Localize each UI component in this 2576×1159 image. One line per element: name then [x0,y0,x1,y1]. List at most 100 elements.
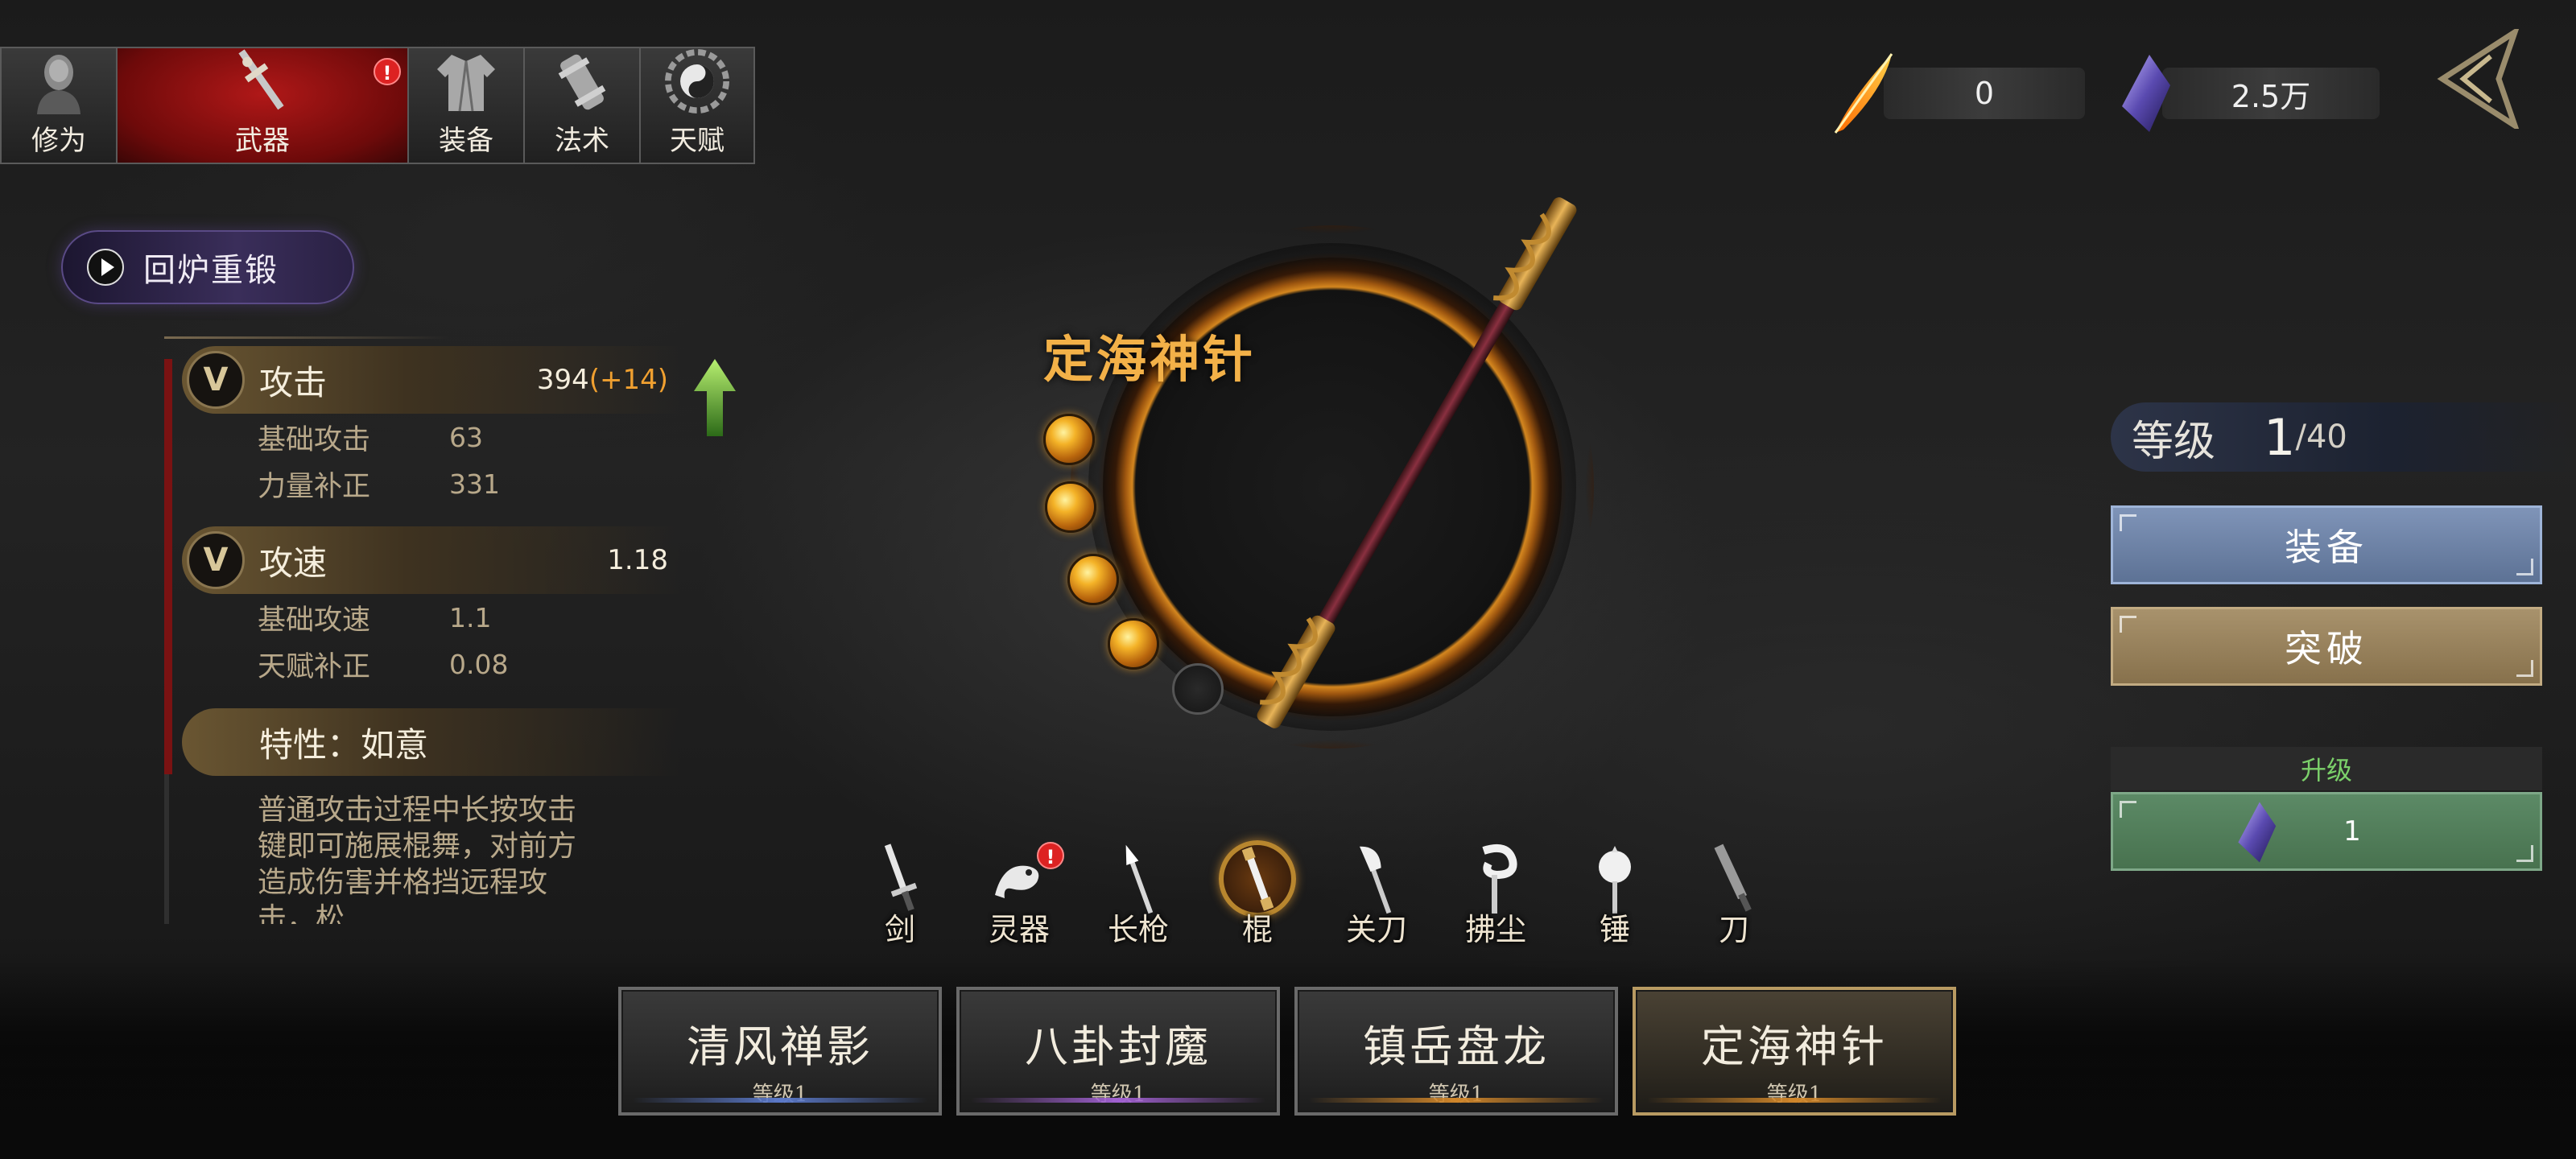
trait-header[interactable]: 特性：如意 [182,708,681,776]
chevron-down-icon: V [187,351,245,409]
stat-label: 力量补正 [258,470,371,503]
tab-spells[interactable]: 法术 [523,47,639,164]
tab-equipment[interactable]: 装备 [407,47,523,164]
reforge-button[interactable]: 回炉重锻 [61,230,354,304]
rarity-bar [633,1098,927,1103]
tab-cultivation[interactable]: 修为 [0,47,116,164]
type-sword[interactable]: 剑 [840,840,960,949]
equip-button[interactable]: 装备 [2111,505,2542,584]
attack-bonus: (+14) [588,364,668,396]
trait-section: 特性：如意 [182,708,681,776]
upgrade-cost: 1 [2343,815,2366,848]
upgrade-button[interactable]: 1 [2111,792,2542,871]
tab-weapon[interactable]: 武器 ! [116,47,407,164]
stat-value: 1.1 [449,601,492,633]
card-level: 等级1 [1766,1083,1823,1107]
stat-row: 力量补正 331 [182,460,681,507]
card-name: 定海神针 [1701,1021,1888,1072]
level-label: 等级 [2132,417,2216,466]
enhance-orb-filled [1108,618,1159,670]
attack-header[interactable]: V 攻击 394(+14) [182,346,681,414]
divider [164,336,449,339]
weapon-card[interactable]: 镇岳盘龙 等级1 [1294,987,1618,1116]
enhance-orb-filled [1045,481,1096,533]
resource-crystal: 2.5万 [2117,55,2380,132]
upgrade-header: 升级 [2111,747,2542,790]
trait-description: 普通攻击过程中长按攻击键即可施展棍舞，对前方造成伤害并格挡远程攻击，松 [258,794,577,924]
tab-talent[interactable]: 天赋 [639,47,755,164]
play-icon [87,249,124,286]
card-name: 八卦封魔 [1025,1021,1212,1072]
speed-value: 1.18 [607,544,668,576]
reforge-label: 回炉重锻 [143,252,279,289]
monk-head-icon [27,48,91,115]
type-hammer[interactable]: 锤 [1555,840,1674,949]
flame-feather-icon [1834,53,1893,134]
enhance-orb-empty [1172,663,1224,715]
card-level: 等级1 [1090,1083,1146,1107]
fire-feather-count: 0 [1884,68,2085,119]
weapon-card[interactable]: 八卦封魔 等级1 [956,987,1280,1116]
attack-section: V 攻击 394(+14) 基础攻击 63 力量补正 331 [182,346,681,507]
speed-header[interactable]: V 攻速 1.18 [182,526,681,594]
alert-badge: ! [374,58,401,85]
stat-rail-dark [164,774,169,924]
type-staff[interactable]: 棍 [1198,840,1317,949]
stat-value: 331 [449,468,500,500]
rarity-bar [1647,1098,1942,1103]
weapon-card[interactable]: 清风禅影 等级1 [618,987,942,1116]
weapon-type-bar: 剑 ! 灵器 长枪 棍 关刀 拂尘 锤 刀 [840,840,1794,949]
speed-section: V 攻速 1.18 基础攻速 1.1 天赋补正 0.08 [182,526,681,687]
level-max: /40 [2295,419,2347,456]
tab-label: 天赋 [670,125,724,157]
breakthrough-button[interactable]: 突破 [2111,607,2542,686]
stat-label: 基础攻击 [258,423,371,456]
attack-value: 394(+14) [537,364,668,396]
enhance-orb-filled [1067,554,1119,605]
type-label: 棍 [1241,912,1273,947]
attack-title: 攻击 [259,362,328,402]
attack-base-total: 394 [536,364,589,396]
type-label: 剑 [884,912,915,947]
stat-row: 基础攻速 1.1 [182,594,681,641]
type-saber[interactable]: 刀 [1674,840,1794,949]
type-label: 关刀 [1345,912,1407,947]
weapon-cards: 清风禅影 等级1 八卦封魔 等级1 镇岳盘龙 等级1 定海神针 等级1 [618,987,1956,1116]
robe-icon [434,48,498,115]
breakthrough-label: 突破 [2285,627,2368,670]
bagua-icon [665,47,729,115]
type-spirit-artifact[interactable]: ! 灵器 [960,840,1079,949]
type-guandao[interactable]: 关刀 [1317,840,1436,949]
weapon-card-selected[interactable]: 定海神针 等级1 [1633,987,1956,1116]
type-label: 锤 [1599,912,1630,947]
card-name: 镇岳盘龙 [1363,1021,1550,1072]
stat-row: 基础攻击 63 [182,414,681,460]
tab-label: 武器 [235,125,290,157]
stat-value: 63 [449,421,483,453]
level-current: 1 [2264,407,2296,467]
rarity-bar [1309,1098,1604,1103]
enhance-orb-filled [1043,414,1095,465]
card-level: 等级1 [1428,1083,1484,1107]
type-label: 刀 [1718,912,1749,947]
weapon-name: 定海神针 [1043,330,1257,389]
sword-icon [230,47,295,115]
stat-rail [164,359,172,774]
chevron-down-icon: V [187,531,245,589]
resource-fire-feather: 0 [1827,53,2085,134]
stat-label: 基础攻速 [258,604,371,637]
type-label: 拂尘 [1464,912,1526,947]
card-level: 等级1 [752,1083,808,1107]
stat-row: 天赋补正 0.08 [182,641,681,687]
category-tabs: 修为 武器 ! 装备 法术 天赋 [0,47,755,164]
type-label: 长枪 [1107,912,1169,947]
type-spear[interactable]: 长枪 [1079,840,1198,949]
crystal-count: 2.5万 [2162,68,2380,119]
type-whisk[interactable]: 拂尘 [1436,840,1555,949]
speed-title: 攻速 [259,542,328,583]
back-button[interactable] [2434,29,2523,129]
purple-crystal-icon [2122,55,2170,132]
up-arrow-icon [694,359,736,436]
trait-title: 特性：如意 [259,724,429,765]
level-display: 等级 1 /40 [2111,402,2576,472]
